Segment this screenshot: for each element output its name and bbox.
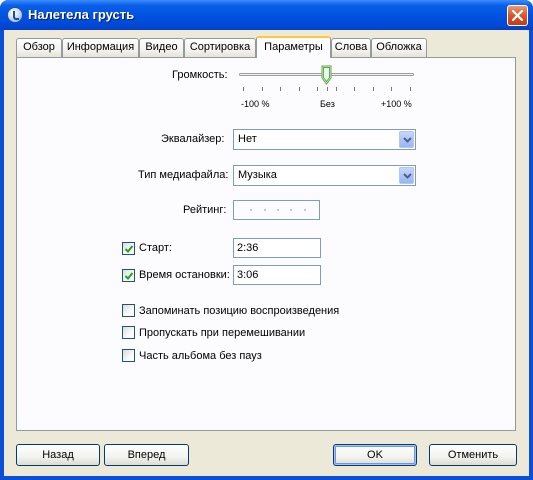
volume-tick (262, 87, 263, 91)
stop-checkbox[interactable] (122, 269, 135, 282)
volume-mid-label: Без (320, 99, 335, 109)
volume-tick (243, 87, 244, 91)
remember-position-checkbox[interactable] (122, 304, 135, 317)
volume-tick (336, 87, 337, 91)
dialog-body: Обзор Информация Видео Сортировка Параме… (4, 30, 529, 476)
cancel-button[interactable]: Отменить (429, 444, 517, 466)
gapless-album-checkbox[interactable] (122, 349, 135, 362)
tab-options[interactable]: Параметры (256, 36, 331, 58)
equalizer-dropdown-button[interactable] (399, 131, 414, 148)
options-panel: Громкость: -100 % Без +100 % Эквалайзер:… (16, 57, 516, 431)
gapless-album-label: Часть альбома без пауз (139, 350, 262, 362)
media-type-label: Тип медиафайла: (138, 169, 229, 181)
rating-star-empty[interactable] (264, 209, 266, 211)
stop-time-field[interactable]: 3:06 (233, 265, 321, 285)
rating-star-empty[interactable] (290, 209, 292, 211)
media-type-select[interactable]: Музыка (233, 165, 416, 186)
volume-tick (354, 87, 355, 91)
start-time-field[interactable]: 2:36 (233, 238, 321, 258)
volume-tick (391, 87, 392, 91)
remember-position-label: Запоминать позицию воспроизведения (139, 305, 340, 317)
rating-star-empty[interactable] (250, 209, 252, 211)
checkmark-icon (124, 272, 134, 280)
volume-tick (317, 87, 318, 91)
media-type-dropdown-button[interactable] (399, 167, 414, 184)
checkmark-icon (124, 245, 134, 253)
volume-tick (280, 87, 281, 91)
rating-stars[interactable] (233, 200, 320, 220)
equalizer-value: Нет (238, 133, 257, 145)
start-time-value: 2:36 (237, 242, 259, 254)
forward-button[interactable]: Вперед (104, 444, 189, 466)
rating-star-empty[interactable] (277, 209, 279, 211)
volume-label: Громкость: (172, 69, 228, 81)
equalizer-select[interactable]: Нет (233, 129, 416, 150)
skip-shuffle-checkbox[interactable] (122, 326, 135, 339)
stop-time-value: 3:06 (237, 269, 259, 281)
dialog-window: Налетела грусть Обзор Информация Видео С… (0, 0, 533, 480)
volume-tick (299, 87, 300, 91)
volume-tick (410, 87, 411, 91)
rating-star-empty[interactable] (304, 209, 306, 211)
media-type-value: Музыка (238, 169, 277, 181)
chevron-down-icon (403, 137, 412, 143)
skip-shuffle-label: Пропускать при перемешивании (139, 327, 306, 339)
volume-min-label: -100 % (241, 99, 270, 109)
rating-label: Рейтинг: (183, 204, 227, 216)
volume-max-label: +100 % (381, 99, 412, 109)
back-button[interactable]: Назад (16, 444, 100, 466)
stop-label: Время остановки: (139, 269, 230, 281)
start-checkbox[interactable] (122, 242, 135, 255)
equalizer-label: Эквалайзер: (161, 133, 225, 145)
ok-button[interactable]: OK (333, 444, 417, 466)
start-label: Старт: (139, 242, 172, 254)
chevron-down-icon (403, 173, 412, 179)
volume-tick (373, 87, 374, 91)
volume-tick (327, 87, 328, 91)
volume-slider-thumb[interactable] (321, 65, 332, 85)
